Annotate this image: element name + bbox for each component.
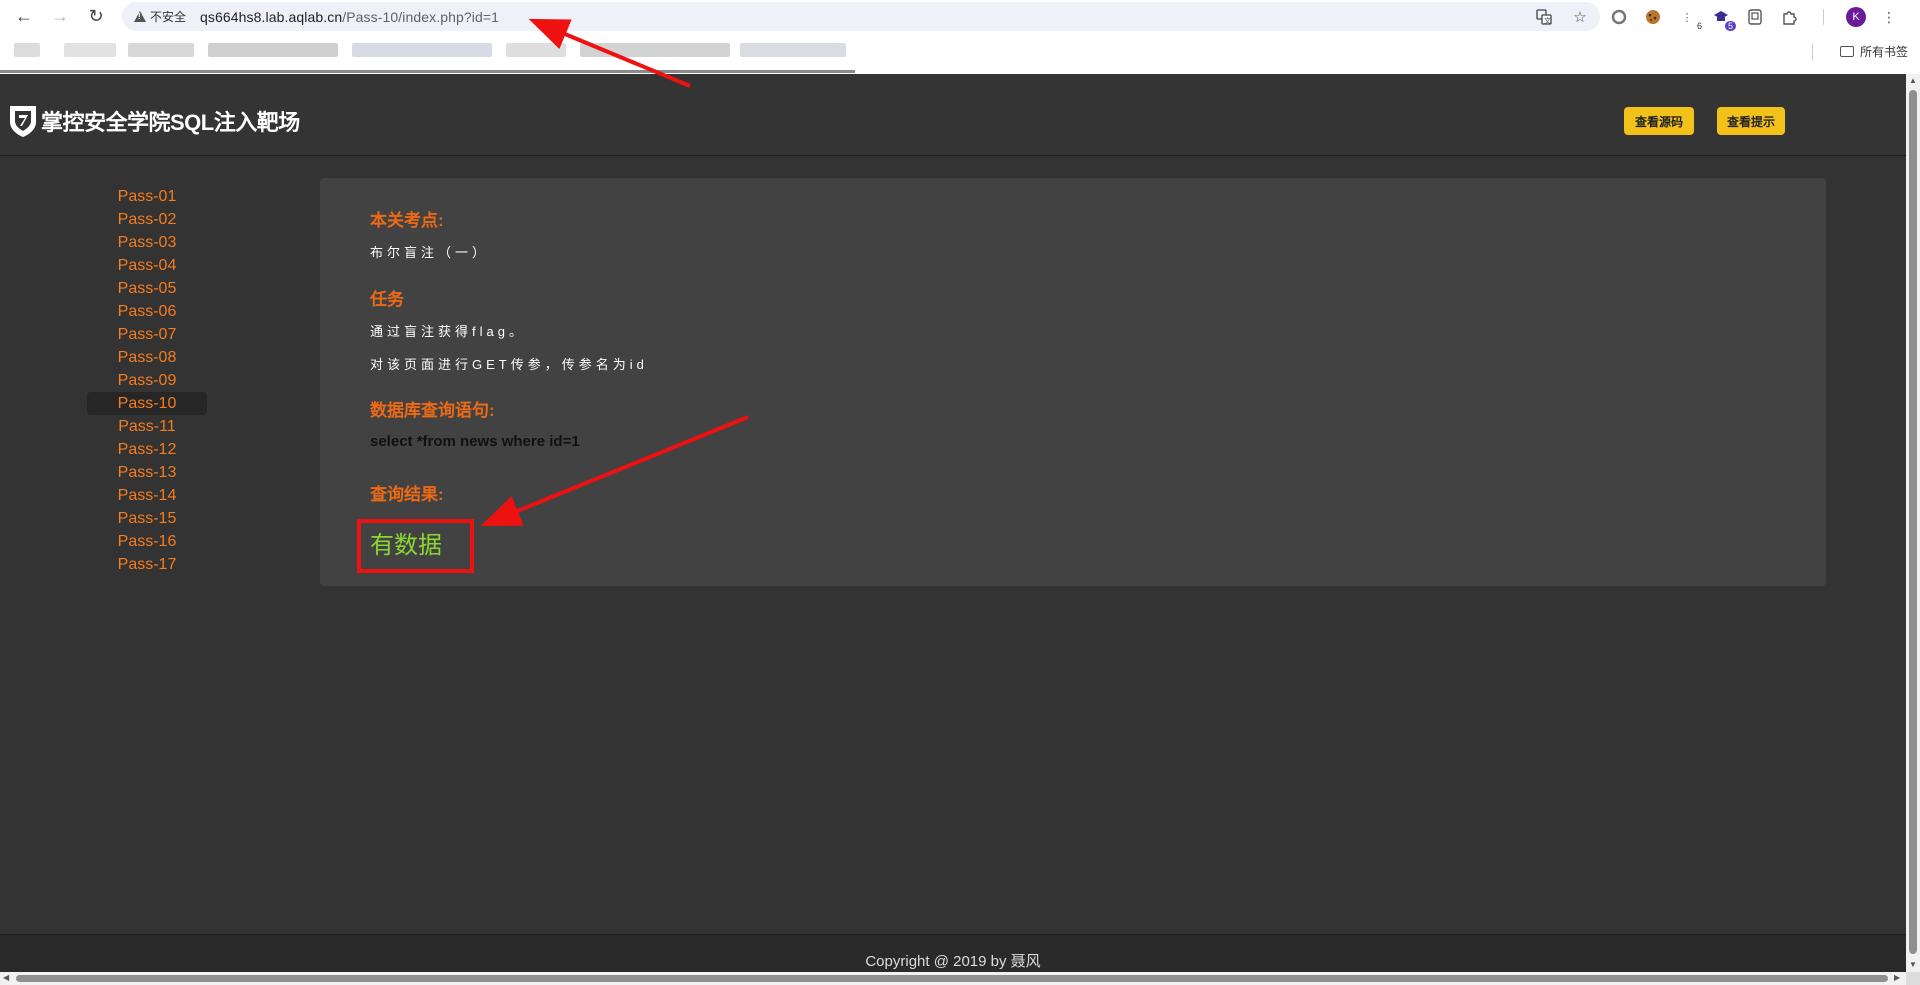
- graduation-extension-icon[interactable]: 5: [1710, 6, 1736, 31]
- sidebar-item-pass-15[interactable]: Pass-15: [87, 507, 207, 530]
- divider: [1812, 44, 1813, 60]
- back-arrow-icon: ←: [15, 6, 33, 26]
- sidebar-item-pass-13[interactable]: Pass-13: [87, 461, 207, 484]
- site-footer: Copyright @ 2019 by 聂风: [0, 934, 1906, 972]
- annotation-highlight-box: [357, 519, 474, 573]
- badge-count: 5: [1724, 21, 1736, 31]
- vertical-scroll-thumb[interactable]: [1909, 90, 1917, 954]
- bookmark-item[interactable]: [14, 43, 40, 57]
- scroll-left-arrow-icon[interactable]: ◀: [3, 973, 9, 982]
- scroll-right-arrow-icon[interactable]: ▶: [1894, 973, 1900, 982]
- sidebar-item-pass-11[interactable]: Pass-11: [87, 415, 207, 438]
- bookmark-item[interactable]: [506, 43, 566, 57]
- page-viewport: 掌控安全学院SQL注入靶场 查看源码 查看提示 Pass-01 Pass-02 Pa…: [0, 74, 1906, 972]
- sidebar-item-pass-01[interactable]: Pass-01: [87, 185, 207, 208]
- reload-button[interactable]: ↻: [78, 2, 114, 32]
- view-source-button[interactable]: 查看源码: [1624, 107, 1694, 135]
- menu-icon[interactable]: ⋮: [1878, 6, 1900, 28]
- url-text[interactable]: qs664hs8.lab.aqlab.cn/Pass-10/index.php?…: [200, 9, 499, 25]
- all-bookmarks-label: 所有书签: [1859, 45, 1908, 59]
- puzzle-icon[interactable]: [1778, 6, 1800, 28]
- sidebar-item-pass-08[interactable]: Pass-08: [87, 346, 207, 369]
- bookmark-item[interactable]: [128, 43, 194, 57]
- reload-icon: ↻: [88, 6, 104, 26]
- sidebar-item-pass-09[interactable]: Pass-09: [87, 369, 207, 392]
- sidebar-item-pass-07[interactable]: Pass-07: [87, 323, 207, 346]
- scrollbar-corner: [1906, 972, 1920, 985]
- badge-count: 6: [1696, 21, 1702, 31]
- sidebar-item-pass-04[interactable]: Pass-04: [87, 254, 207, 277]
- sidebar-item-pass-12[interactable]: Pass-12: [87, 438, 207, 461]
- folder-icon: [1839, 46, 1854, 57]
- level-sidebar: Pass-01 Pass-02 Pass-03 Pass-04 Pass-05 Pass-…: [87, 185, 207, 576]
- task-line-1: 通过盲注获得flag。: [370, 324, 526, 339]
- site-title: 掌控安全学院SQL注入靶场: [41, 110, 300, 135]
- sidebar-item-pass-17[interactable]: Pass-17: [87, 553, 207, 576]
- security-indicator[interactable]: 不安全: [134, 8, 200, 25]
- level-card: 本关考点: 布尔盲注（一） 任务 通过盲注获得flag。 对该页面进行GET传参…: [320, 178, 1826, 586]
- sidebar-item-pass-05[interactable]: Pass-05: [87, 277, 207, 300]
- horizontal-scrollbar[interactable]: ◀ ▶: [0, 972, 1906, 985]
- bookmark-item[interactable]: [580, 43, 730, 57]
- site-header: 掌控安全学院SQL注入靶场 查看源码 查看提示: [0, 74, 1906, 156]
- cookie-icon[interactable]: [1642, 6, 1664, 28]
- scroll-up-arrow-icon[interactable]: ▲: [1909, 76, 1917, 85]
- bookmark-item[interactable]: [740, 43, 846, 57]
- exam-point-text: 布尔盲注（一）: [370, 245, 490, 260]
- sidebar-item-pass-10[interactable]: Pass-10: [87, 392, 207, 415]
- bookmarks-bar: 所有书签: [0, 40, 1920, 64]
- bookmark-item[interactable]: [64, 43, 116, 57]
- avatar[interactable]: K: [1846, 7, 1866, 27]
- browser-chrome: ← → ↻ 不安全 qs664hs8.lab.aqlab.cn/Pass-10/…: [0, 0, 1920, 74]
- bookmark-item[interactable]: [352, 43, 492, 57]
- sidebar-item-pass-03[interactable]: Pass-03: [87, 231, 207, 254]
- loading-bar: [0, 70, 855, 73]
- record-extension-icon[interactable]: [1608, 6, 1630, 28]
- address-bar[interactable]: 不安全 qs664hs8.lab.aqlab.cn/Pass-10/index.…: [122, 2, 1600, 31]
- sidebar-item-pass-16[interactable]: Pass-16: [87, 530, 207, 553]
- all-bookmarks-button[interactable]: 所有书签: [1839, 43, 1908, 60]
- star-icon[interactable]: ☆: [1570, 7, 1590, 27]
- omnibox-actions: 文 ☆: [1534, 2, 1590, 31]
- translate-icon[interactable]: 文: [1534, 7, 1554, 27]
- divider: [1812, 6, 1834, 28]
- sidebar-item-pass-06[interactable]: Pass-06: [87, 300, 207, 323]
- bookmark-manager-icon[interactable]: [1744, 6, 1766, 28]
- bookmark-item[interactable]: [208, 43, 338, 57]
- query-title: 数据库查询语句:: [370, 401, 495, 420]
- vertical-scrollbar[interactable]: ▲ ▼: [1906, 74, 1920, 972]
- dots-extension-icon[interactable]: ⋮ 6: [1676, 6, 1703, 32]
- horizontal-scroll-thumb[interactable]: [16, 975, 1888, 982]
- result-title: 查询结果:: [370, 485, 444, 504]
- sidebar-item-pass-14[interactable]: Pass-14: [87, 484, 207, 507]
- forward-button[interactable]: →: [42, 2, 78, 32]
- scroll-down-arrow-icon[interactable]: ▼: [1909, 960, 1917, 969]
- site-logo[interactable]: 掌控安全学院SQL注入靶场: [8, 104, 300, 138]
- view-hint-button[interactable]: 查看提示: [1717, 107, 1785, 135]
- extensions-area: ⋮ 6 5 K ⋮: [1608, 3, 1900, 31]
- url-path: /Pass-10/index.php?id=1: [342, 8, 500, 25]
- sidebar-item-pass-02[interactable]: Pass-02: [87, 208, 207, 231]
- back-button[interactable]: ←: [6, 2, 42, 32]
- url-host: qs664hs8.lab.aqlab.cn: [200, 8, 343, 25]
- task-line-2: 对该页面进行GET传参，传参名为id: [370, 357, 648, 372]
- svg-text:文: 文: [1544, 16, 1551, 25]
- exam-point-title: 本关考点:: [370, 211, 444, 230]
- copyright-text: Copyright @ 2019 by 聂风: [865, 953, 1041, 970]
- security-label: 不安全: [150, 10, 187, 24]
- task-title: 任务: [370, 290, 404, 309]
- query-statement: select *from news where id=1: [370, 433, 580, 450]
- forward-arrow-icon: →: [51, 6, 69, 26]
- warning-icon: [134, 11, 146, 22]
- shield-logo-icon: [10, 106, 36, 137]
